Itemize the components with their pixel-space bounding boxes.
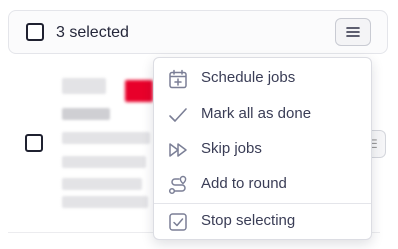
menu-item-schedule-jobs[interactable]: Schedule jobs — [154, 61, 371, 95]
menu-item-stop-selecting[interactable]: Stop selecting — [154, 204, 371, 238]
menu-item-label: Add to round — [201, 175, 287, 192]
route-icon — [168, 175, 187, 195]
checkbox-checked-icon — [169, 213, 187, 231]
menu-item-label: Mark all as done — [201, 105, 312, 122]
menu-item-label: Stop selecting — [201, 212, 296, 229]
bulk-actions-dropdown: Schedule jobs Mark all as done Skip jobs… — [153, 57, 372, 240]
menu-item-mark-all-done[interactable]: Mark all as done — [154, 97, 371, 131]
hamburger-icon — [346, 27, 360, 37]
menu-item-label: Skip jobs — [201, 140, 262, 157]
menu-item-add-to-round[interactable]: Add to round — [154, 167, 371, 201]
check-icon — [169, 108, 187, 122]
bulk-actions-menu-button[interactable] — [335, 18, 371, 46]
selected-count-label: 3 selected — [56, 24, 129, 41]
row-checkbox[interactable] — [25, 134, 43, 152]
select-all-checkbox[interactable] — [26, 23, 44, 41]
menu-item-skip-jobs[interactable]: Skip jobs — [154, 132, 371, 166]
menu-item-label: Schedule jobs — [201, 69, 296, 86]
calendar-plus-icon — [169, 69, 187, 89]
selection-toolbar: 3 selected — [8, 10, 388, 54]
skip-forward-icon — [169, 143, 187, 157]
